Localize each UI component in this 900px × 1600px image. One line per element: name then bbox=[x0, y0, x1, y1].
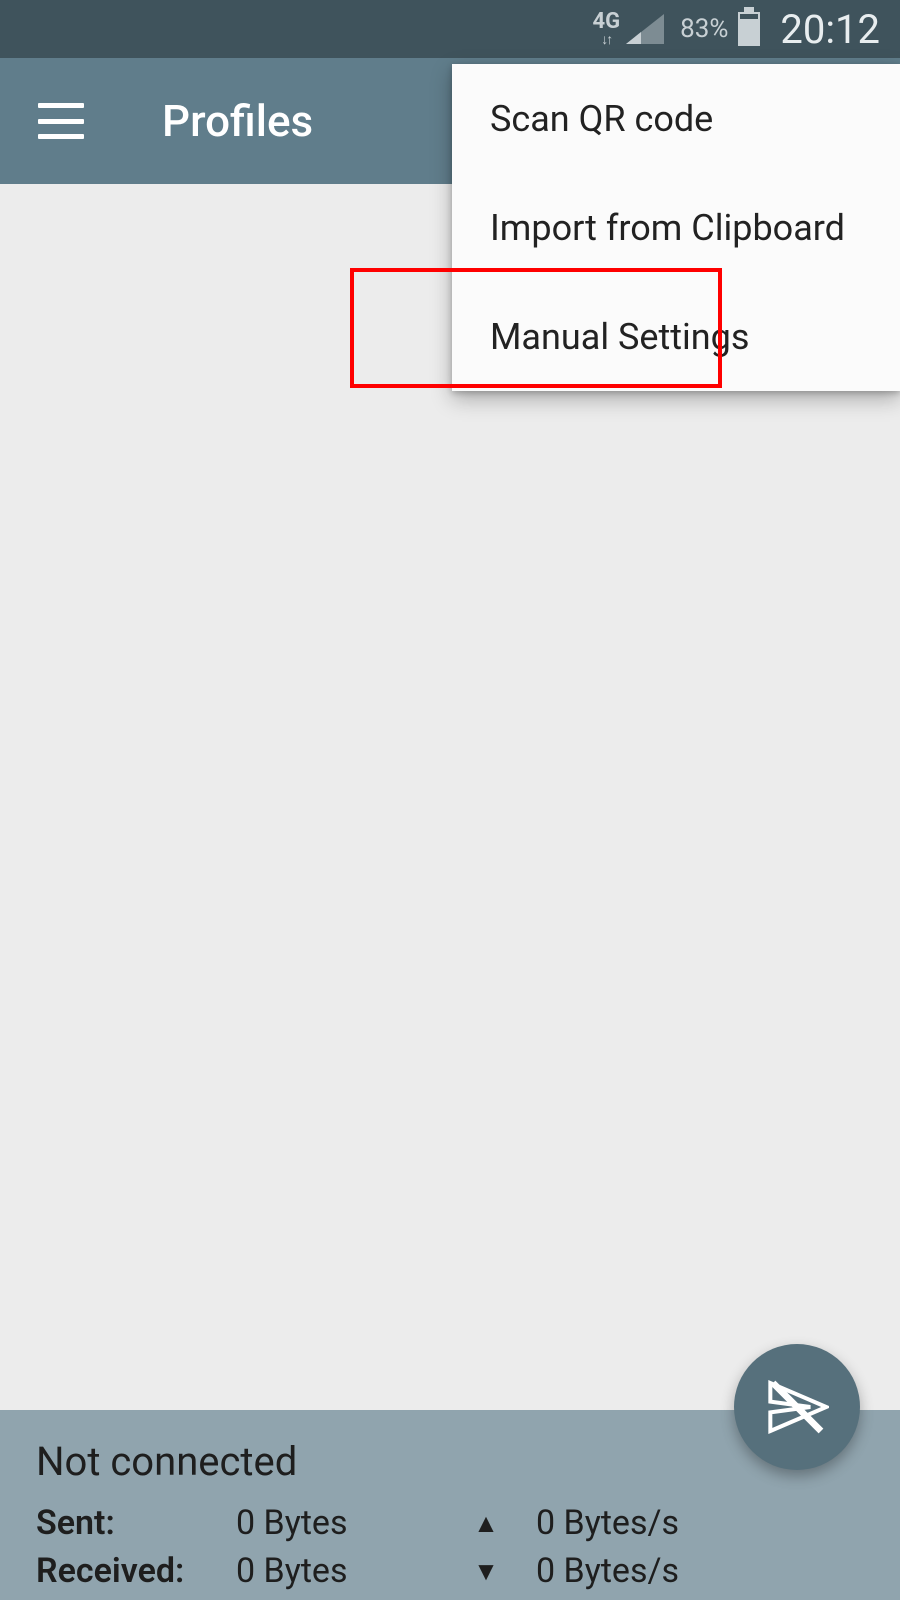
network-label: 4G bbox=[592, 11, 620, 33]
battery-percentage: 83% bbox=[680, 14, 728, 44]
menu-item-import-clipboard[interactable]: Import from Clipboard bbox=[452, 173, 900, 282]
signal-icon bbox=[626, 14, 664, 44]
received-rate: 0 Bytes/s bbox=[536, 1551, 864, 1591]
menu-item-label: Import from Clipboard bbox=[490, 207, 845, 249]
sent-value: 0 Bytes bbox=[236, 1503, 436, 1543]
page-title: Profiles bbox=[162, 95, 313, 147]
received-value: 0 Bytes bbox=[236, 1551, 436, 1591]
connect-fab[interactable] bbox=[734, 1344, 860, 1470]
sent-row: Sent: 0 Bytes ▲ 0 Bytes/s bbox=[36, 1499, 864, 1547]
received-label: Received: bbox=[36, 1551, 236, 1591]
sent-label: Sent: bbox=[36, 1503, 236, 1543]
network-arrows-icon: ↓↑ bbox=[601, 33, 611, 47]
menu-item-scan-qr[interactable]: Scan QR code bbox=[452, 64, 900, 173]
status-bar: 4G ↓↑ 83% 20:12 bbox=[0, 0, 900, 58]
up-arrow-icon: ▲ bbox=[436, 1508, 536, 1539]
hamburger-menu-icon[interactable] bbox=[38, 103, 84, 139]
connection-status: Not connected bbox=[36, 1438, 864, 1485]
add-profile-menu: Scan QR code Import from Clipboard Manua… bbox=[452, 64, 900, 391]
clock: 20:12 bbox=[780, 6, 880, 53]
paper-plane-off-icon bbox=[765, 1375, 829, 1439]
menu-item-label: Manual Settings bbox=[490, 316, 749, 358]
network-4g-icon: 4G ↓↑ bbox=[592, 11, 620, 47]
battery-icon bbox=[738, 12, 760, 46]
menu-item-manual-settings[interactable]: Manual Settings bbox=[452, 282, 900, 391]
menu-item-label: Scan QR code bbox=[490, 98, 713, 140]
received-row: Received: 0 Bytes ▼ 0 Bytes/s bbox=[36, 1547, 864, 1595]
sent-rate: 0 Bytes/s bbox=[536, 1503, 864, 1543]
down-arrow-icon: ▼ bbox=[436, 1556, 536, 1587]
